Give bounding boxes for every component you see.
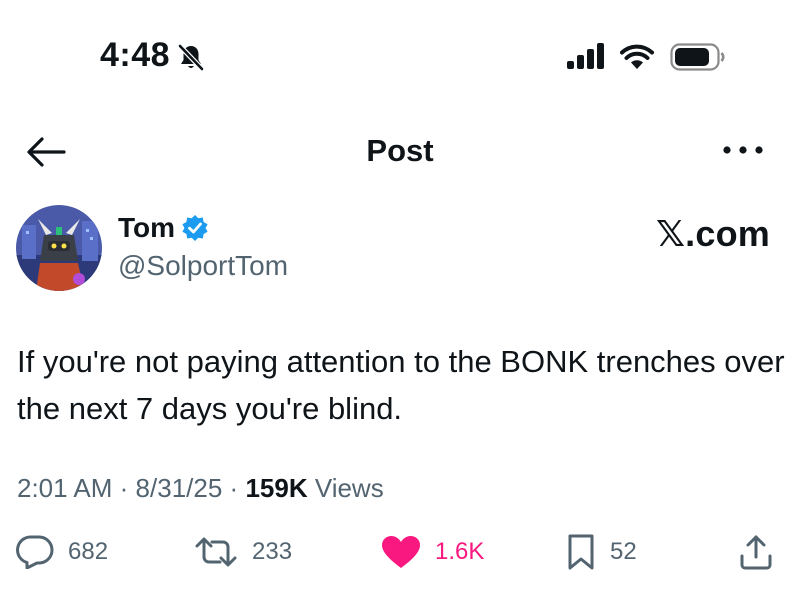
author-name[interactable]: Tom bbox=[118, 212, 175, 244]
reply-count: 682 bbox=[68, 538, 109, 565]
separator: · bbox=[229, 473, 239, 503]
brand-watermark: 𝕏.com bbox=[655, 213, 770, 254]
share-icon bbox=[740, 535, 772, 570]
views-label: Views bbox=[314, 473, 384, 503]
battery-icon bbox=[670, 43, 725, 71]
repost-button[interactable]: 233 bbox=[194, 534, 292, 570]
post-time: 2:01 AM bbox=[17, 473, 113, 503]
bookmark-icon bbox=[568, 534, 594, 570]
page-title: Post bbox=[366, 133, 434, 168]
reply-icon bbox=[16, 535, 54, 569]
repost-count: 233 bbox=[252, 538, 293, 565]
status-time: 4:48 bbox=[100, 36, 171, 74]
share-button[interactable] bbox=[739, 534, 773, 570]
repost-icon bbox=[195, 537, 237, 567]
signal-icon bbox=[567, 43, 604, 69]
heart-icon bbox=[382, 536, 420, 568]
like-button[interactable]: 1.6K bbox=[381, 534, 484, 570]
reply-button[interactable]: 682 bbox=[16, 534, 108, 570]
separator: · bbox=[119, 473, 129, 503]
verified-badge-icon bbox=[182, 215, 208, 241]
wifi-icon bbox=[620, 44, 654, 69]
bell-slash-icon bbox=[178, 44, 204, 71]
more-options-icon[interactable] bbox=[722, 142, 764, 158]
like-count: 1.6K bbox=[435, 538, 485, 565]
post-date: 8/31/25 bbox=[135, 473, 223, 503]
avatar[interactable] bbox=[16, 205, 102, 291]
bookmark-count: 52 bbox=[610, 538, 637, 565]
views-count[interactable]: 159K bbox=[245, 473, 307, 503]
post-text: If you're not paying attention to the BO… bbox=[17, 344, 785, 426]
bookmark-button[interactable]: 52 bbox=[566, 534, 637, 570]
post-meta: 2:01 AM · 8/31/25 · 159K Views bbox=[17, 473, 384, 504]
author-handle[interactable]: @SolportTom bbox=[118, 250, 288, 282]
